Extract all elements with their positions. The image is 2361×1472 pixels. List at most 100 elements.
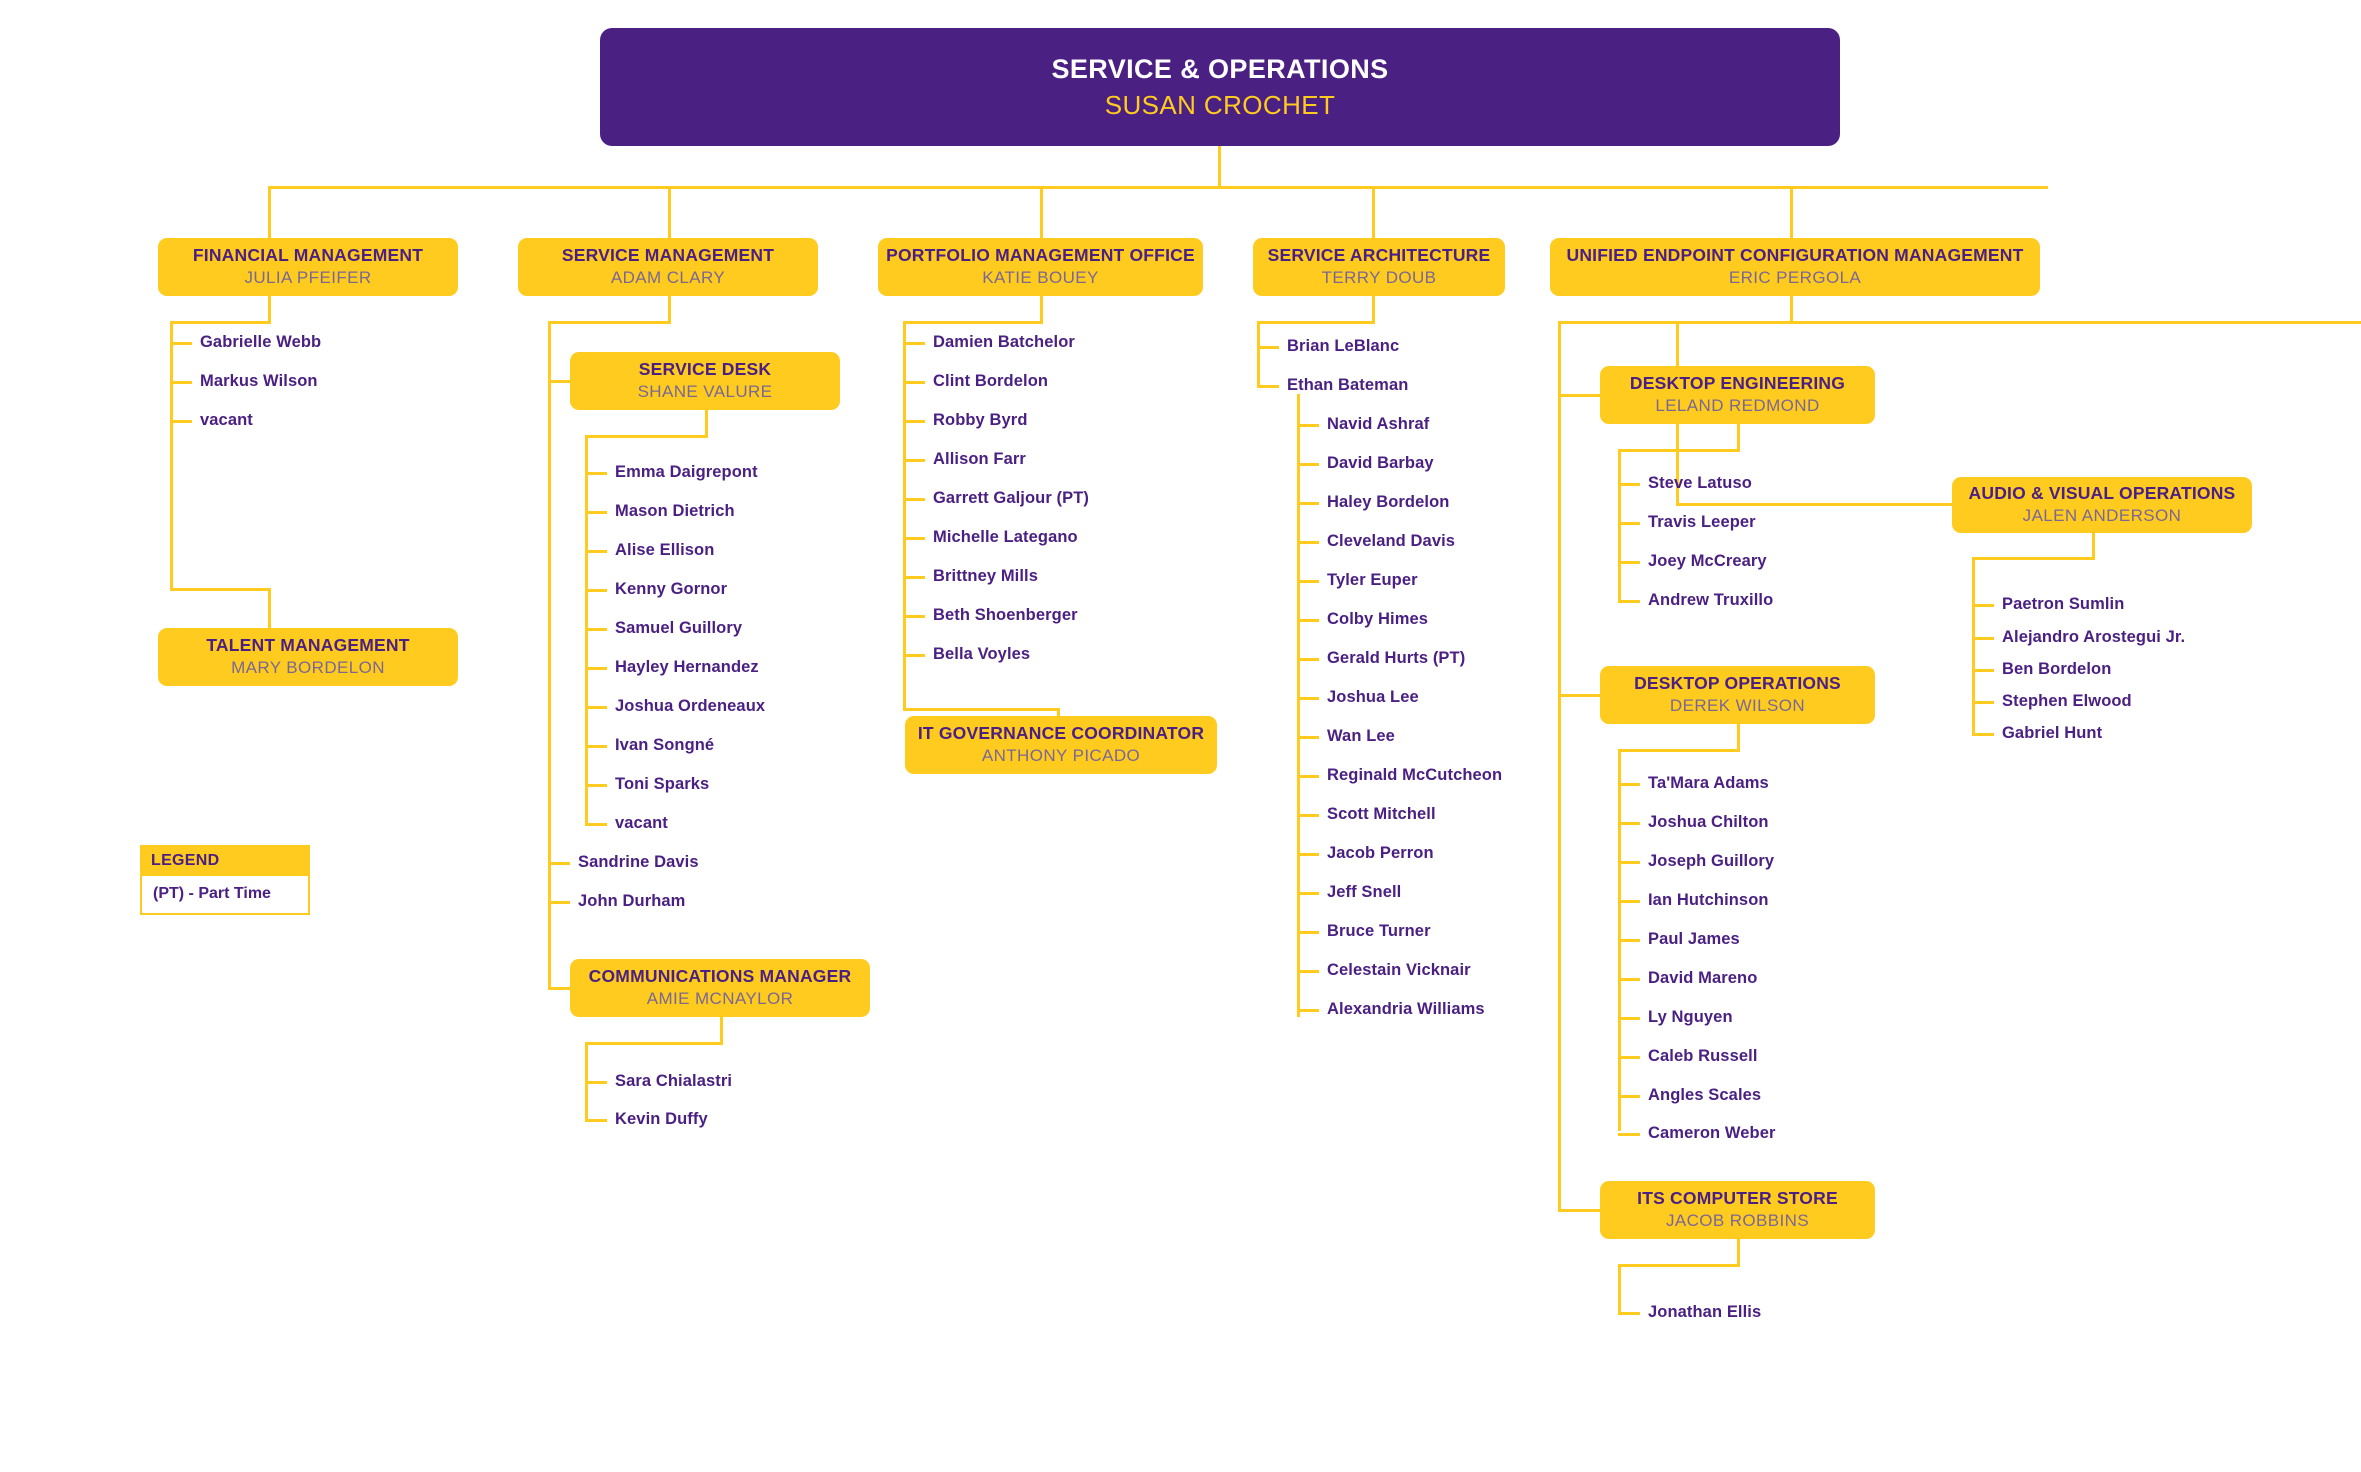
node-desktop-engineering[interactable]: DESKTOP ENGINEERING LELAND REDMOND xyxy=(1600,366,1875,424)
list-item: Caleb Russell xyxy=(1648,1047,1758,1065)
node-portfolio-management-office[interactable]: PORTFOLIO MANAGEMENT OFFICE KATIE BOUEY xyxy=(878,238,1203,296)
connector-itg-stem xyxy=(1057,708,1060,716)
list-item: Samuel Guillory xyxy=(615,619,743,637)
connector-sd-stem xyxy=(705,410,708,438)
list-item: Wan Lee xyxy=(1327,727,1395,745)
node-title: PORTFOLIO MANAGEMENT OFFICE xyxy=(886,244,1195,265)
list-item: Joshua Chilton xyxy=(1648,813,1769,831)
connector-pmo-stem xyxy=(1040,296,1043,324)
list-item: Paul James xyxy=(1648,930,1740,948)
connector-bateman-trunk xyxy=(1297,394,1300,1017)
list-item: Tyler Euper xyxy=(1327,571,1418,589)
connector-tick xyxy=(585,667,607,670)
list-item: Alejandro Arostegui Jr. xyxy=(2002,628,2186,646)
list-item: Ian Hutchinson xyxy=(1648,891,1769,909)
node-title: IT GOVERNANCE COORDINATOR xyxy=(917,722,1205,743)
connector-de-in xyxy=(1558,394,1606,397)
connector-fm-stem xyxy=(268,296,271,324)
list-item: Bella Voyles xyxy=(933,645,1031,663)
list-item: Hayley Hernandez xyxy=(615,658,759,676)
connector-sm-stem xyxy=(668,296,671,324)
connector-tick xyxy=(1297,892,1319,895)
connector-tick xyxy=(585,1081,607,1084)
list-item: John Durham xyxy=(578,892,686,910)
list-item: Andrew Truxillo xyxy=(1648,591,1774,609)
list-item: Alexandria Williams xyxy=(1327,1000,1485,1018)
list-item: Celestain Vicknair xyxy=(1327,961,1471,979)
node-it-governance-coordinator[interactable]: IT GOVERNANCE COORDINATOR ANTHONY PICADO xyxy=(905,716,1217,774)
connector-tick xyxy=(585,823,607,826)
list-item: Gerald Hurts (PT) xyxy=(1327,649,1466,667)
connector-tick xyxy=(1618,1056,1640,1059)
list-item: Beth Shoenberger xyxy=(933,606,1078,624)
list-item: Ta'Mara Adams xyxy=(1648,774,1769,792)
connector-root-spine xyxy=(268,186,2048,189)
connector-avo-in xyxy=(1676,503,1958,506)
node-title: SERVICE MANAGEMENT xyxy=(561,244,775,265)
list-item: Joseph Guillory xyxy=(1648,852,1775,870)
connector-tick xyxy=(1297,580,1319,583)
connector-ics-stem xyxy=(1737,1239,1740,1267)
connector-sa-trunk xyxy=(1257,321,1260,387)
list-item: Sandrine Davis xyxy=(578,853,699,871)
node-person: JULIA PFEIFER xyxy=(244,268,372,288)
node-person: SHANE VALURE xyxy=(637,382,773,402)
list-item: Jeff Snell xyxy=(1327,883,1402,901)
connector-tick xyxy=(1618,822,1640,825)
connector-tick xyxy=(1618,939,1640,942)
connector-tick xyxy=(170,420,192,423)
connector-drop-pmo xyxy=(1040,186,1043,238)
connector-tick xyxy=(1618,1312,1640,1315)
list-item: Travis Leeper xyxy=(1648,513,1756,531)
node-desktop-operations[interactable]: DESKTOP OPERATIONS DEREK WILSON xyxy=(1600,666,1875,724)
connector-sa-stem xyxy=(1372,296,1375,324)
connector-cm-elbow xyxy=(585,1042,723,1045)
node-audio-visual-operations[interactable]: AUDIO & VISUAL OPERATIONS JALEN ANDERSON xyxy=(1952,477,2252,533)
list-item: Joey McCreary xyxy=(1648,552,1767,570)
node-talent-management[interactable]: TALENT MANAGEMENT MARY BORDELON xyxy=(158,628,458,686)
connector-tick xyxy=(1972,733,1994,736)
connector-tick xyxy=(585,1119,607,1122)
list-item: vacant xyxy=(200,411,253,429)
list-item: Markus Wilson xyxy=(200,372,318,390)
connector-tm-elbow xyxy=(170,588,271,591)
connector-tick xyxy=(1297,502,1319,505)
connector-tick xyxy=(1618,1095,1640,1098)
connector-cm-stem xyxy=(720,1017,723,1045)
list-item: Ly Nguyen xyxy=(1648,1008,1733,1026)
connector-tick xyxy=(1297,697,1319,700)
node-service-desk[interactable]: SERVICE DESK SHANE VALURE xyxy=(570,352,840,410)
connector-sm-elbow xyxy=(548,321,671,324)
list-item: Ivan Songné xyxy=(615,736,715,754)
node-person: ERIC PERGOLA xyxy=(1728,268,1862,288)
list-item: Robby Byrd xyxy=(933,411,1028,429)
node-unified-endpoint-configuration-management[interactable]: UNIFIED ENDPOINT CONFIGURATION MANAGEMEN… xyxy=(1550,238,2040,296)
connector-drop-service-arch xyxy=(1372,186,1375,238)
connector-itg-elbow xyxy=(903,708,1060,711)
connector-tick xyxy=(1618,900,1640,903)
node-its-computer-store[interactable]: ITS COMPUTER STORE JACOB ROBBINS xyxy=(1600,1181,1875,1239)
connector-tick xyxy=(1972,669,1994,672)
node-title: FINANCIAL MANAGEMENT xyxy=(192,244,424,265)
node-service-architecture[interactable]: SERVICE ARCHITECTURE TERRY DOUB xyxy=(1253,238,1505,296)
connector-tick xyxy=(585,589,607,592)
connector-de-stem xyxy=(1737,424,1740,452)
connector-tick xyxy=(1618,561,1640,564)
connector-tick xyxy=(903,342,925,345)
legend-entry: (PT) - Part Time xyxy=(140,876,310,915)
connector-tick xyxy=(1618,861,1640,864)
node-title: SERVICE ARCHITECTURE xyxy=(1267,244,1491,265)
connector-tick xyxy=(1297,814,1319,817)
node-communications-manager[interactable]: COMMUNICATIONS MANAGER AMIE MCNAYLOR xyxy=(570,959,870,1017)
node-service-management[interactable]: SERVICE MANAGEMENT ADAM CLARY xyxy=(518,238,818,296)
node-service-operations[interactable]: SERVICE & OPERATIONS SUSAN CROCHET xyxy=(600,28,1840,146)
list-item: Kevin Duffy xyxy=(615,1110,708,1128)
connector-avo-trunk xyxy=(1972,557,1975,734)
list-item: Allison Farr xyxy=(933,450,1026,468)
node-financial-management[interactable]: FINANCIAL MANAGEMENT JULIA PFEIFER xyxy=(158,238,458,296)
list-item: Steve Latuso xyxy=(1648,474,1752,492)
connector-tick xyxy=(903,381,925,384)
node-person: ADAM CLARY xyxy=(610,268,726,288)
connector-tick xyxy=(903,498,925,501)
connector-tick xyxy=(903,615,925,618)
